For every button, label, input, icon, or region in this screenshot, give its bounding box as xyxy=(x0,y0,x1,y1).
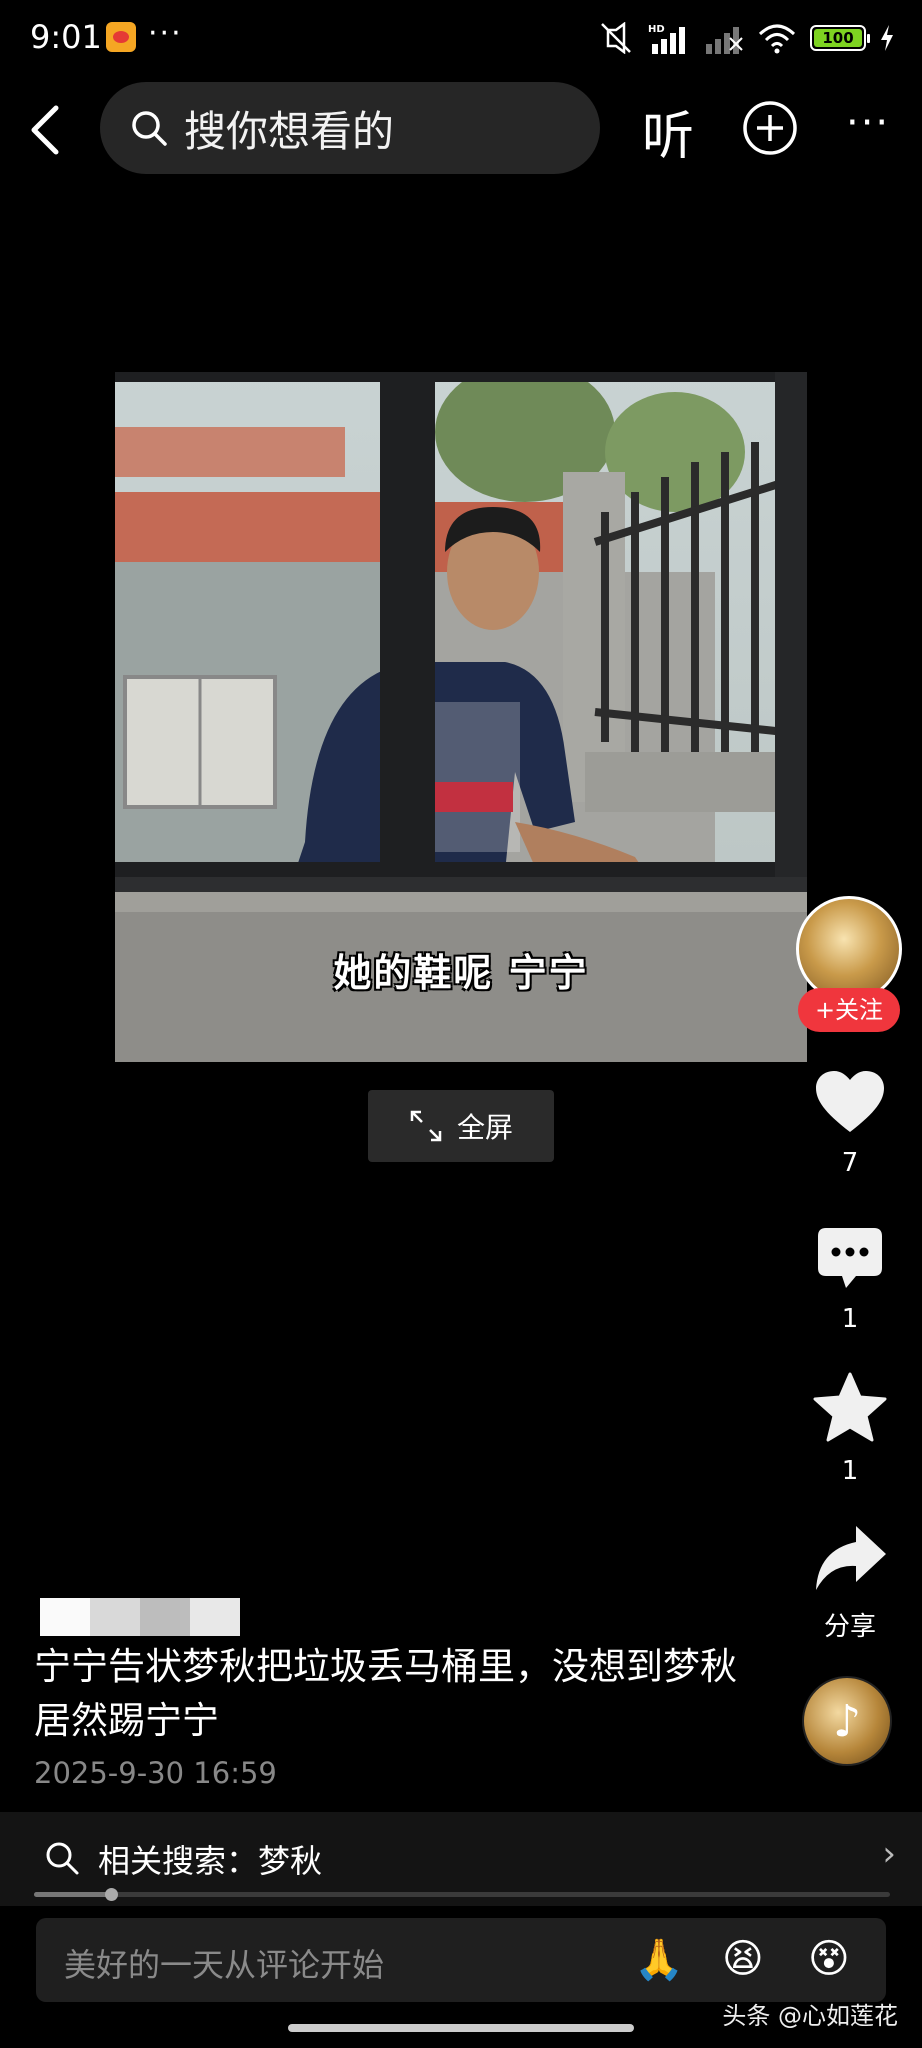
charging-icon xyxy=(881,25,893,51)
post-title: 宁宁告状梦秋把垃圾丢马桶里，没想到梦秋居然踢宁宁 xyxy=(34,1645,737,1742)
comment-count: 1 xyxy=(841,1304,859,1334)
like-count: 7 xyxy=(841,1148,859,1178)
status-indicators: HD 100 xyxy=(598,20,894,56)
home-indicator[interactable] xyxy=(288,2024,634,2032)
heart-icon xyxy=(816,1071,884,1132)
mute-icon xyxy=(601,22,631,54)
author-avatar[interactable] xyxy=(796,896,902,1002)
music-disc[interactable]: ♪ xyxy=(802,1676,892,1766)
battery-icon: 100 xyxy=(810,25,870,51)
author-name-redacted[interactable] xyxy=(40,1598,240,1636)
add-icon[interactable] xyxy=(742,100,798,156)
video-player[interactable]: 她的鞋呢 宁宁 xyxy=(115,372,807,1062)
comment-icon xyxy=(818,1228,882,1288)
share-icon xyxy=(816,1526,886,1590)
comment-button[interactable]: 1 xyxy=(800,1226,900,1334)
fullscreen-button[interactable]: 全屏 xyxy=(368,1090,554,1162)
favorite-button[interactable]: 1 xyxy=(800,1372,900,1486)
emoji-pray-icon[interactable]: 🙏 xyxy=(634,1936,684,1983)
like-button[interactable]: 7 xyxy=(800,1070,900,1178)
signal-2-icon xyxy=(706,27,743,54)
expand-icon xyxy=(410,1110,442,1142)
status-bar: 9:01 ··· HD 100 xyxy=(0,0,922,80)
comment-input[interactable]: 美好的一天从评论开始 🙏 😫 😵 xyxy=(36,1918,886,2002)
network-type-label: HD xyxy=(648,24,665,35)
weibo-app-icon xyxy=(106,22,136,52)
post-date: 2025-9-30 16:59 xyxy=(34,1756,277,1790)
search-icon xyxy=(46,1842,79,1875)
listen-button[interactable]: 听 xyxy=(642,94,694,169)
watermark: 头条 @心如莲花 xyxy=(722,2002,898,2030)
video-subtitle: 她的鞋呢 宁宁 xyxy=(333,951,589,995)
related-search-label: 相关搜索：梦秋 xyxy=(98,1842,323,1880)
fullscreen-label: 全屏 xyxy=(456,1111,513,1144)
music-note-icon: ♪ xyxy=(832,1695,862,1747)
favorite-count: 1 xyxy=(841,1456,859,1486)
search-icon xyxy=(132,111,167,146)
chevron-right-icon: › xyxy=(882,1834,896,1874)
emoji-tired-icon[interactable]: 😫 xyxy=(722,1936,764,1982)
search-bar[interactable]: 搜你想看的 xyxy=(100,82,600,174)
follow-button[interactable]: +关注 xyxy=(798,988,900,1032)
battery-level: 100 xyxy=(814,29,862,47)
search-placeholder: 搜你想看的 xyxy=(184,106,395,156)
progress-fill xyxy=(34,1888,119,1901)
more-options-button[interactable]: ··· xyxy=(846,100,890,146)
share-button[interactable]: 分享 xyxy=(800,1524,900,1643)
share-label: 分享 xyxy=(823,1612,876,1642)
star-icon xyxy=(813,1372,887,1442)
status-time: 9:01 xyxy=(30,18,102,56)
top-navigation: 搜你想看的 听 ··· xyxy=(0,80,922,180)
back-icon[interactable] xyxy=(22,102,72,158)
signal-icon: HD xyxy=(648,24,685,54)
wifi-icon xyxy=(758,24,796,54)
video-progress-bar[interactable] xyxy=(34,1888,890,1901)
progress-handle[interactable] xyxy=(105,1888,119,1901)
comment-placeholder: 美好的一天从评论开始 xyxy=(64,1946,385,1984)
emoji-dizzy-icon[interactable]: 😵 xyxy=(808,1936,850,1982)
status-more-icon: ··· xyxy=(148,16,183,51)
